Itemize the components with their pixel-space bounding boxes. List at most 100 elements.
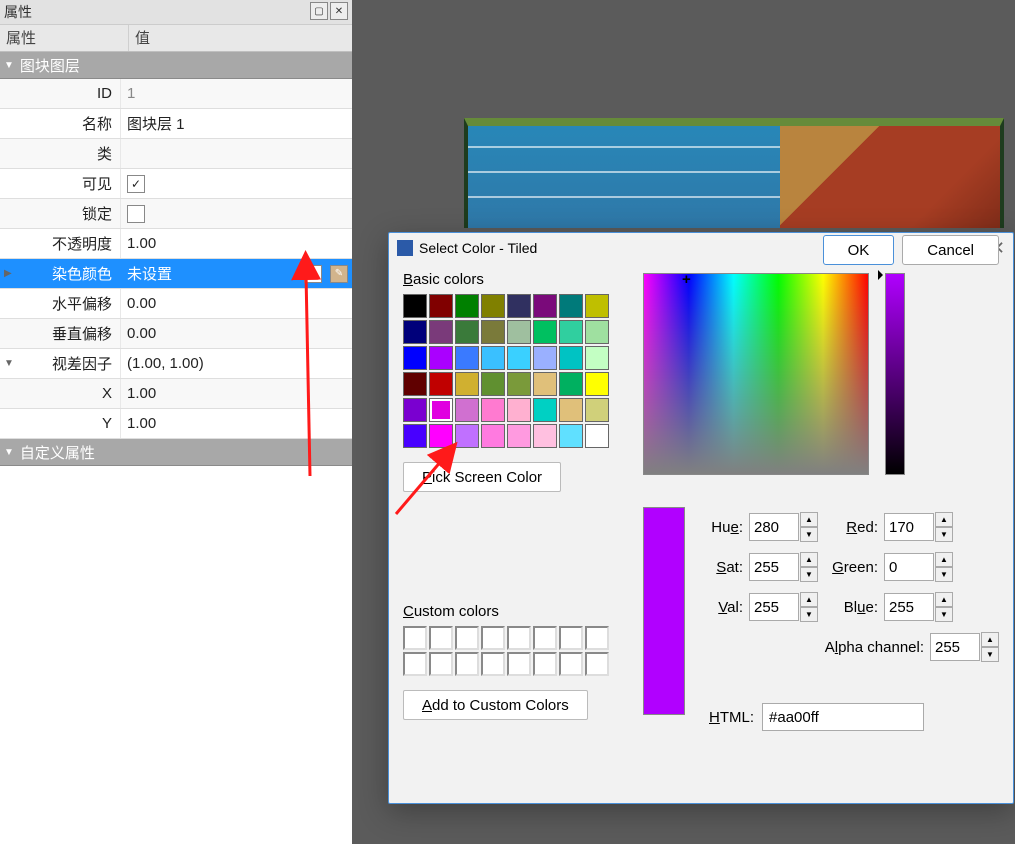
section-tile-layer[interactable]: ▼ 图块图层 <box>0 52 352 79</box>
basic-swatch[interactable] <box>429 372 453 396</box>
spin-up-icon[interactable]: ▲ <box>935 512 953 527</box>
hue-input[interactable]: ▲▼ <box>749 512 818 542</box>
basic-swatch[interactable] <box>481 398 505 422</box>
row-name[interactable]: 名称 图块层 1 <box>0 109 352 139</box>
basic-swatch[interactable] <box>481 346 505 370</box>
basic-swatch[interactable] <box>533 346 557 370</box>
custom-swatch[interactable] <box>507 652 531 676</box>
basic-swatch[interactable] <box>507 372 531 396</box>
spin-down-icon[interactable]: ▼ <box>800 607 818 622</box>
row-parallax-x[interactable]: X 1.00 <box>0 379 352 409</box>
basic-swatch[interactable] <box>455 398 479 422</box>
visible-checkbox[interactable]: ✓ <box>127 175 145 193</box>
basic-swatch[interactable] <box>533 398 557 422</box>
green-input[interactable]: ▲▼ <box>884 552 953 582</box>
custom-swatch[interactable] <box>507 626 531 650</box>
custom-swatch[interactable] <box>481 626 505 650</box>
row-locked[interactable]: 锁定 <box>0 199 352 229</box>
basic-swatch[interactable] <box>429 424 453 448</box>
spin-down-icon[interactable]: ▼ <box>981 647 999 662</box>
basic-swatch[interactable] <box>455 372 479 396</box>
basic-swatch[interactable] <box>559 372 583 396</box>
basic-swatch[interactable] <box>559 346 583 370</box>
row-parallax-y[interactable]: Y 1.00 <box>0 409 352 439</box>
custom-swatch[interactable] <box>585 626 609 650</box>
basic-swatch[interactable] <box>533 372 557 396</box>
basic-swatch[interactable] <box>481 320 505 344</box>
basic-swatch[interactable] <box>403 372 427 396</box>
basic-swatch[interactable] <box>455 346 479 370</box>
basic-swatch[interactable] <box>403 294 427 318</box>
basic-swatch[interactable] <box>559 424 583 448</box>
basic-swatch[interactable] <box>559 320 583 344</box>
basic-swatch[interactable] <box>559 398 583 422</box>
basic-swatch[interactable] <box>429 320 453 344</box>
basic-swatch[interactable] <box>403 320 427 344</box>
spin-down-icon[interactable]: ▼ <box>935 567 953 582</box>
basic-swatch[interactable] <box>559 294 583 318</box>
spin-up-icon[interactable]: ▲ <box>935 552 953 567</box>
row-hoffset[interactable]: 水平偏移 0.00 <box>0 289 352 319</box>
custom-swatch[interactable] <box>403 626 427 650</box>
basic-swatch[interactable] <box>403 398 427 422</box>
panel-restore-icon[interactable]: ▢ <box>310 2 328 20</box>
row-opacity[interactable]: 不透明度 1.00 <box>0 229 352 259</box>
open-color-picker-button[interactable]: … <box>304 265 322 283</box>
pick-screen-color-button[interactable]: Pick Screen Color <box>403 462 561 492</box>
alpha-input[interactable]: ▲▼ <box>930 632 999 662</box>
basic-swatch[interactable] <box>585 372 609 396</box>
blue-input[interactable]: ▲▼ <box>884 592 953 622</box>
basic-swatch[interactable] <box>455 294 479 318</box>
basic-swatch[interactable] <box>585 398 609 422</box>
spin-up-icon[interactable]: ▲ <box>981 632 999 647</box>
spin-up-icon[interactable]: ▲ <box>800 552 818 567</box>
basic-swatch[interactable] <box>481 372 505 396</box>
row-voffset[interactable]: 垂直偏移 0.00 <box>0 319 352 349</box>
row-visible[interactable]: 可见 ✓ <box>0 169 352 199</box>
basic-swatch[interactable] <box>507 346 531 370</box>
spin-down-icon[interactable]: ▼ <box>800 527 818 542</box>
custom-swatch[interactable] <box>585 652 609 676</box>
basic-swatch[interactable] <box>481 294 505 318</box>
locked-checkbox[interactable] <box>127 205 145 223</box>
basic-swatch[interactable] <box>403 346 427 370</box>
basic-swatch[interactable] <box>429 346 453 370</box>
custom-swatch[interactable] <box>533 652 557 676</box>
custom-swatch[interactable] <box>429 626 453 650</box>
spin-down-icon[interactable]: ▼ <box>935 527 953 542</box>
basic-swatch[interactable] <box>585 294 609 318</box>
row-tint[interactable]: ▶染色颜色 未设置 … ✎ <box>0 259 352 289</box>
html-color-input[interactable] <box>762 703 924 731</box>
basic-swatch[interactable] <box>455 320 479 344</box>
spin-down-icon[interactable]: ▼ <box>800 567 818 582</box>
panel-close-icon[interactable]: ✕ <box>330 2 348 20</box>
basic-swatch[interactable] <box>533 294 557 318</box>
add-custom-color-button[interactable]: Add to Custom Colors <box>403 690 588 720</box>
custom-swatch[interactable] <box>559 652 583 676</box>
color-gradient[interactable]: + <box>643 273 869 475</box>
row-parallax[interactable]: ▼视差因子 (1.00, 1.00) <box>0 349 352 379</box>
custom-swatch[interactable] <box>455 626 479 650</box>
spin-down-icon[interactable]: ▼ <box>935 607 953 622</box>
cancel-button[interactable]: Cancel <box>902 235 999 265</box>
reset-color-button[interactable]: ✎ <box>330 265 348 283</box>
basic-swatch[interactable] <box>429 294 453 318</box>
basic-swatch[interactable] <box>507 398 531 422</box>
row-class[interactable]: 类 <box>0 139 352 169</box>
basic-swatch[interactable] <box>481 424 505 448</box>
custom-swatch[interactable] <box>481 652 505 676</box>
spin-up-icon[interactable]: ▲ <box>800 512 818 527</box>
spin-up-icon[interactable]: ▲ <box>935 592 953 607</box>
custom-swatch[interactable] <box>429 652 453 676</box>
section-custom-props[interactable]: ▼ 自定义属性 <box>0 439 352 466</box>
custom-swatch[interactable] <box>559 626 583 650</box>
custom-swatch[interactable] <box>455 652 479 676</box>
custom-swatch[interactable] <box>533 626 557 650</box>
value-slider[interactable] <box>885 273 905 475</box>
basic-swatch[interactable] <box>507 424 531 448</box>
basic-swatch[interactable] <box>507 320 531 344</box>
red-input[interactable]: ▲▼ <box>884 512 953 542</box>
basic-swatch[interactable] <box>429 398 453 422</box>
val-input[interactable]: ▲▼ <box>749 592 818 622</box>
basic-swatch[interactable] <box>507 294 531 318</box>
